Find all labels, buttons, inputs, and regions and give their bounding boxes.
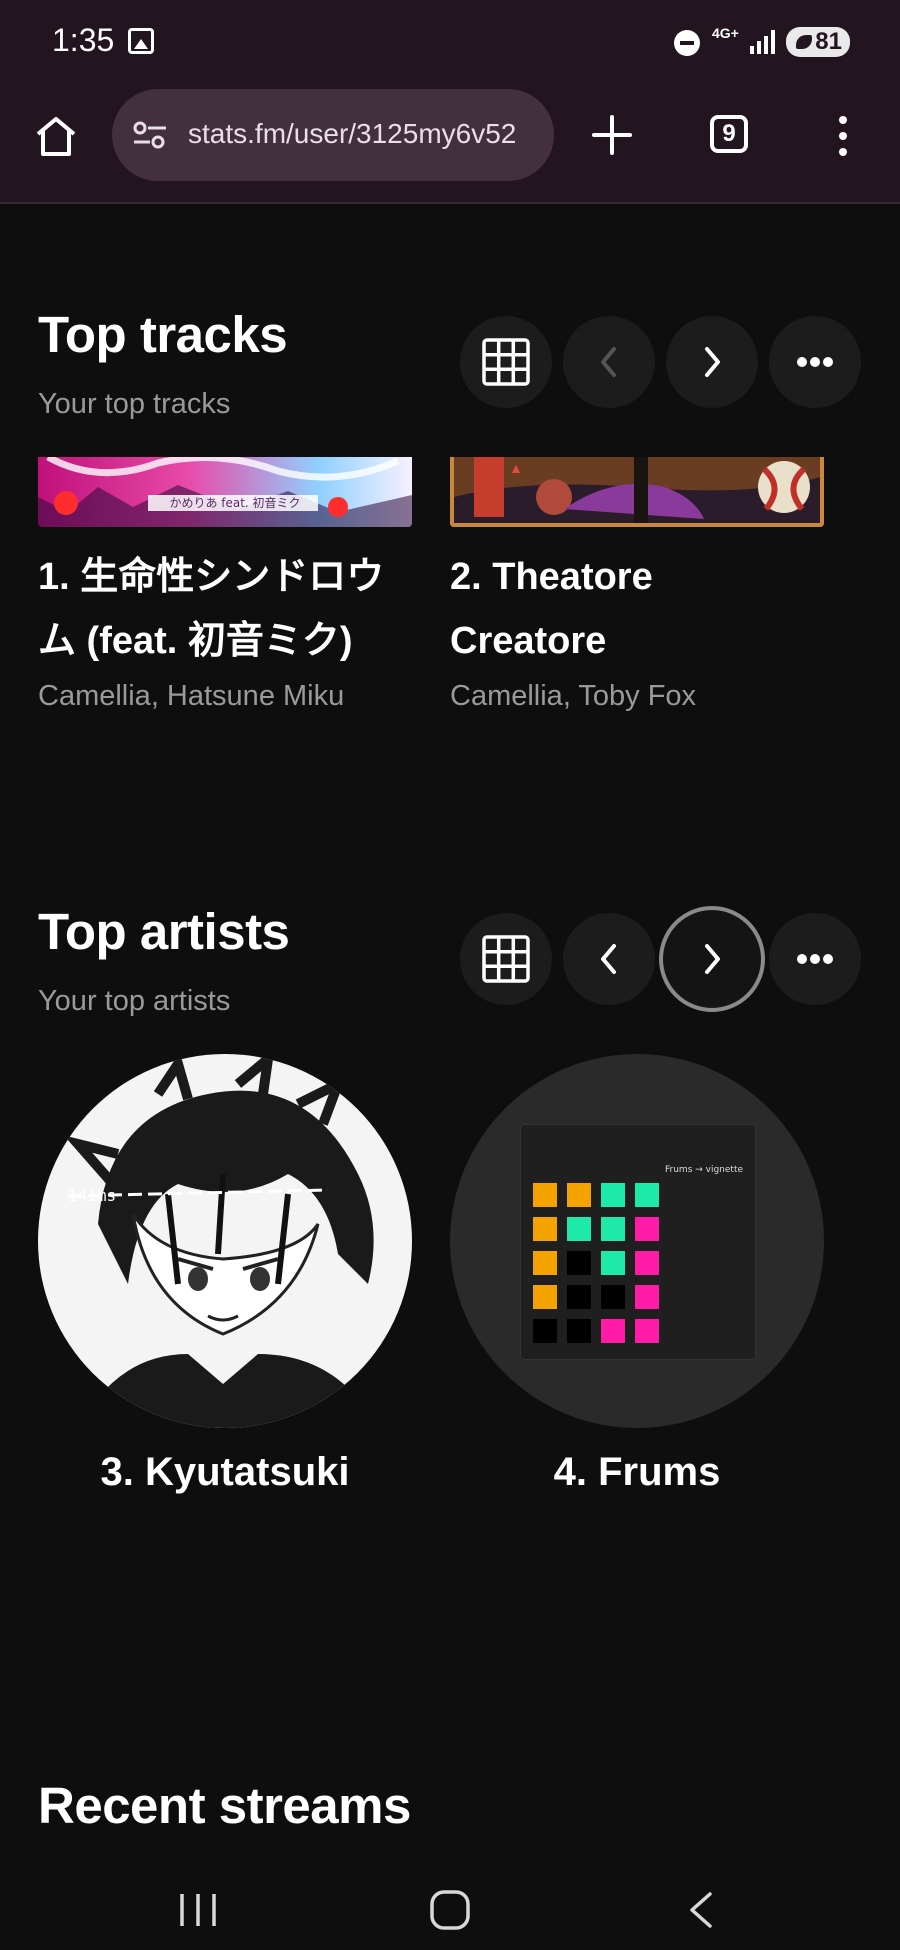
grid-icon — [482, 935, 530, 983]
artist-name-1[interactable]: 3. Kyutatsuki — [38, 1450, 412, 1495]
artists-next-button[interactable] — [659, 906, 765, 1012]
more-horiz-icon — [797, 954, 833, 964]
battery-level: 81 — [815, 28, 842, 55]
tracks-next-button[interactable] — [666, 316, 758, 408]
battery-saver-icon — [796, 35, 812, 49]
do-not-disturb-icon — [674, 30, 700, 56]
artist-name-2[interactable]: 4. Frums — [450, 1450, 824, 1495]
url-text[interactable]: stats.fm/user/3125my6v52 — [188, 118, 550, 150]
new-tab-button[interactable] — [592, 115, 632, 155]
top-tracks-title: Top tracks — [38, 306, 288, 363]
browser-chrome: 1:35 4G+ 81 stats.fm/user/3125my6v52 9 — [0, 0, 900, 204]
tab-switcher-button[interactable]: 9 — [710, 115, 748, 153]
gallery-notification-icon — [128, 28, 154, 54]
track-cover-art-1 — [38, 457, 412, 527]
artist-portrait-art — [63, 1054, 378, 1428]
artists-prev-button[interactable] — [563, 913, 655, 1005]
signal-icon — [750, 30, 776, 54]
chevron-right-icon — [705, 347, 720, 377]
track-cover-caption: かめりあ feat. 初音ミク — [169, 496, 301, 510]
grid-icon — [482, 338, 530, 386]
top-tracks-subtitle: Your top tracks — [38, 388, 231, 420]
track-title-2[interactable]: 2. Theatore Creatore — [450, 545, 810, 673]
home-nav-icon[interactable] — [428, 1890, 472, 1930]
frums-grid-art — [533, 1183, 659, 1343]
home-icon[interactable] — [34, 114, 78, 158]
network-type: 4G+ — [712, 25, 739, 41]
track-cover-2[interactable] — [450, 457, 824, 527]
recent-apps-icon[interactable] — [176, 1890, 220, 1930]
system-navigation-bar — [0, 1850, 900, 1950]
more-horiz-icon — [797, 357, 833, 367]
chevron-right-icon — [705, 944, 720, 974]
tracks-grid-view-button[interactable] — [460, 316, 552, 408]
artists-more-button[interactable] — [769, 913, 861, 1005]
tune-icon[interactable] — [132, 119, 168, 151]
artist-portrait-text: 141ms — [68, 1186, 117, 1205]
back-icon[interactable] — [682, 1890, 722, 1930]
track-title-1[interactable]: 1. 生命性シンドロウム (feat. 初音ミク) — [38, 545, 418, 673]
chevron-left-icon — [601, 944, 616, 974]
battery-indicator: 81 — [786, 27, 850, 57]
status-bar: 1:35 4G+ 81 — [0, 0, 900, 80]
artists-grid-view-button[interactable] — [460, 913, 552, 1005]
track-cover-art-2 — [454, 457, 820, 523]
track-artists-1[interactable]: Camellia, Hatsune Miku — [38, 680, 344, 713]
top-artists-title: Top artists — [38, 903, 290, 960]
recent-streams-title: Recent streams — [38, 1777, 411, 1834]
track-artists-2[interactable]: Camellia, Toby Fox — [450, 680, 696, 713]
chevron-left-icon — [601, 347, 616, 377]
status-time: 1:35 — [52, 22, 115, 58]
artist-image-1[interactable]: 141ms — [38, 1054, 412, 1428]
track-cover-1[interactable]: かめりあ feat. 初音ミク — [38, 457, 412, 527]
artist-image-2[interactable]: Frums → vignette — [450, 1054, 824, 1428]
tracks-prev-button[interactable] — [563, 316, 655, 408]
address-bar[interactable]: stats.fm/user/3125my6v52 — [112, 89, 554, 181]
frums-cover: Frums → vignette — [520, 1124, 756, 1360]
top-artists-subtitle: Your top artists — [38, 985, 231, 1017]
more-vert-icon[interactable] — [838, 114, 848, 158]
tracks-more-button[interactable] — [769, 316, 861, 408]
